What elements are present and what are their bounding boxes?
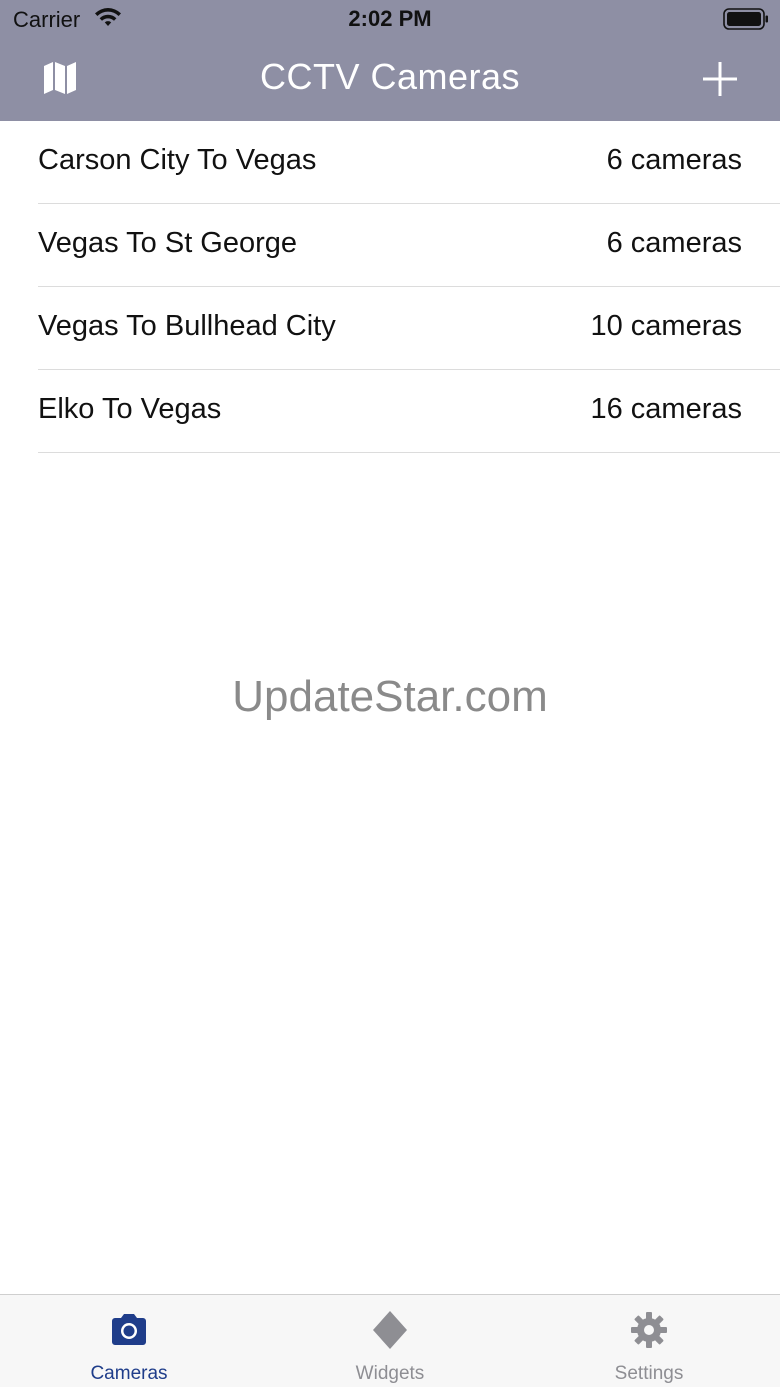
camera-count: 16 cameras — [590, 393, 742, 425]
tab-widgets[interactable]: Widgets — [290, 1295, 490, 1387]
status-time: 2:02 PM — [348, 6, 432, 31]
camera-count: 10 cameras — [590, 310, 742, 342]
tab-settings[interactable]: Settings — [549, 1295, 749, 1387]
status-bar: Carrier 2:02 PM — [0, 0, 780, 40]
tab-label: Cameras — [90, 1363, 168, 1384]
route-row-carson-city-to-vegas[interactable]: Carson City To Vegas 6 cameras — [0, 121, 780, 204]
route-name: Vegas To St George — [38, 227, 298, 259]
top-bar: Carrier 2:02 PM CCTV Cameras — [0, 0, 780, 121]
route-name: Carson City To Vegas — [38, 144, 317, 176]
route-row-vegas-to-bullhead-city[interactable]: Vegas To Bullhead City 10 cameras — [0, 287, 780, 370]
battery-icon — [723, 8, 768, 30]
camera-count: 6 cameras — [606, 144, 742, 176]
page-title: CCTV Cameras — [259, 56, 521, 97]
app-screen: Carrier 2:02 PM CCTV Cameras Carson City… — [0, 0, 780, 1387]
plus-icon[interactable] — [702, 61, 738, 97]
route-row-elko-to-vegas[interactable]: Elko To Vegas 16 cameras — [0, 370, 780, 453]
gear-icon — [631, 1312, 667, 1348]
route-name: Elko To Vegas — [38, 393, 222, 425]
tab-label: Settings — [614, 1363, 684, 1384]
tab-bar: Cameras Widgets Settings — [0, 1294, 780, 1387]
navigation-bar: CCTV Cameras — [0, 40, 780, 121]
route-row-vegas-to-st-george[interactable]: Vegas To St George 6 cameras — [0, 204, 780, 287]
tab-cameras[interactable]: Cameras — [29, 1295, 229, 1387]
diamond-icon — [373, 1311, 407, 1349]
route-name: Vegas To Bullhead City — [38, 310, 336, 342]
camera-count: 6 cameras — [606, 227, 742, 259]
route-list: Carson City To Vegas 6 cameras Vegas To … — [0, 121, 780, 453]
watermark: UpdateStar.com — [232, 672, 548, 721]
camera-icon — [112, 1314, 146, 1345]
tab-label: Widgets — [355, 1363, 425, 1384]
